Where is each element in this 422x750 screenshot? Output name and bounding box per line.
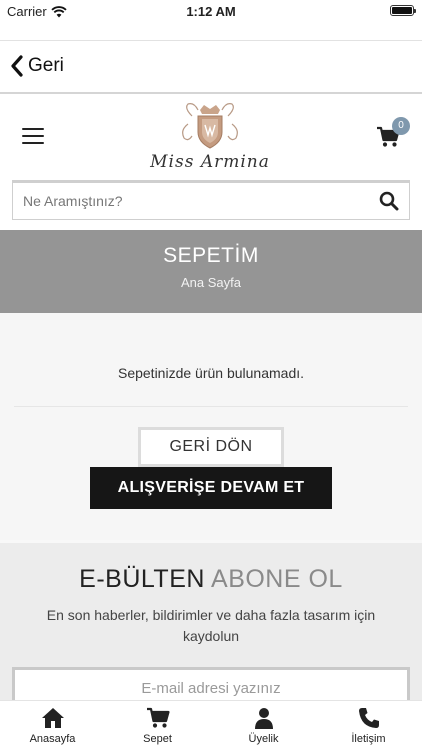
divider bbox=[14, 406, 408, 407]
status-bar: Carrier 1:12 AM bbox=[0, 0, 422, 22]
phone-icon bbox=[358, 708, 379, 728]
chevron-left-icon bbox=[11, 55, 23, 77]
tab-home[interactable]: Anasayfa bbox=[0, 701, 105, 750]
tab-membership-label: Üyelik bbox=[248, 733, 279, 745]
back-label: Geri bbox=[28, 55, 64, 76]
menu-icon[interactable] bbox=[22, 128, 44, 144]
breadcrumb-home[interactable]: Ana Sayfa bbox=[0, 275, 422, 290]
tab-home-label: Anasayfa bbox=[29, 733, 76, 745]
navigation-bar: Geri bbox=[0, 40, 422, 94]
newsletter-section: E-BÜLTEN ABONE OL En son haberler, bildi… bbox=[0, 540, 422, 707]
search-button[interactable] bbox=[379, 191, 399, 211]
cart-icon bbox=[146, 707, 170, 728]
newsletter-title-main: E-BÜLTEN bbox=[79, 565, 205, 593]
newsletter-title-sub: ABONE OL bbox=[211, 565, 343, 593]
user-icon bbox=[254, 708, 273, 729]
page-banner: SEPETİM Ana Sayfa bbox=[0, 230, 422, 313]
search-bar bbox=[12, 180, 410, 220]
tab-bar: Anasayfa Sepet Üyelik İletişim bbox=[0, 700, 422, 750]
search-input[interactable] bbox=[23, 189, 363, 213]
logo-text: Miss Armina bbox=[150, 152, 270, 172]
tab-cart[interactable]: Sepet bbox=[105, 701, 210, 750]
home-icon bbox=[41, 708, 64, 728]
cart-content: Sepetinizde ürün bulunamadı. GERİ DÖN AL… bbox=[0, 313, 422, 540]
tab-contact-label: İletişim bbox=[351, 733, 386, 745]
battery-icon bbox=[390, 5, 416, 16]
clock: 1:12 AM bbox=[186, 4, 236, 19]
logo[interactable]: Miss Armina bbox=[150, 102, 270, 174]
page-title: SEPETİM bbox=[163, 244, 259, 267]
cart-count-badge: 0 bbox=[392, 117, 410, 135]
go-back-button[interactable]: GERİ DÖN bbox=[138, 427, 284, 467]
tab-membership[interactable]: Üyelik bbox=[211, 701, 316, 750]
cart-page: Carrier 1:12 AM Geri Miss Armina 0 Ne Ar… bbox=[0, 0, 422, 750]
newsletter-title: E-BÜLTEN ABONE OL bbox=[0, 565, 422, 594]
tab-cart-label: Sepet bbox=[143, 733, 172, 745]
back-button[interactable]: Geri bbox=[10, 55, 64, 77]
newsletter-description: En son haberler, bildirimler ve daha faz… bbox=[46, 607, 376, 644]
crest-icon bbox=[182, 103, 238, 149]
site-header: Miss Armina 0 bbox=[0, 96, 422, 178]
empty-cart-message: Sepetinizde ürün bulunamadı. bbox=[117, 365, 305, 381]
continue-shopping-button[interactable]: ALIŞVERİŞE DEVAM ET bbox=[90, 467, 332, 509]
tab-contact[interactable]: İletişim bbox=[316, 701, 421, 750]
search-icon bbox=[379, 191, 399, 211]
